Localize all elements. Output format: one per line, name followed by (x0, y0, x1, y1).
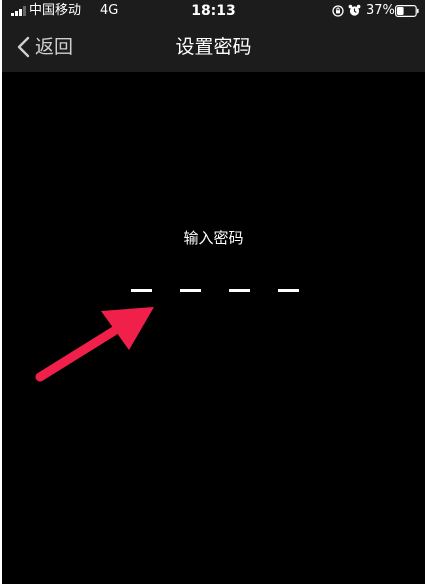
battery-percentage: 37% (366, 3, 395, 18)
pin-digit-slot (229, 289, 250, 292)
page-title: 设置密码 (175, 36, 252, 58)
arrow-shaft (35, 326, 119, 382)
battery-icon (395, 5, 419, 17)
pin-digit-slot (278, 289, 299, 292)
status-time: 18:13 (191, 3, 236, 19)
pin-digit-slot (131, 289, 152, 292)
phone-screen: 中国移动 4G 18:13 37% 返回 设置密码 输入密码 (2, 0, 425, 584)
pin-digit-slot (180, 289, 201, 292)
alarm-clock-icon (348, 4, 361, 16)
password-prompt: 输入密码 (183, 229, 244, 247)
navigation-bar: 返回 设置密码 (2, 22, 425, 72)
status-bar: 中国移动 4G 18:13 37% (2, 0, 425, 22)
orientation-lock-icon (332, 5, 344, 17)
arrow-head (101, 307, 154, 350)
pin-input[interactable] (131, 289, 299, 293)
